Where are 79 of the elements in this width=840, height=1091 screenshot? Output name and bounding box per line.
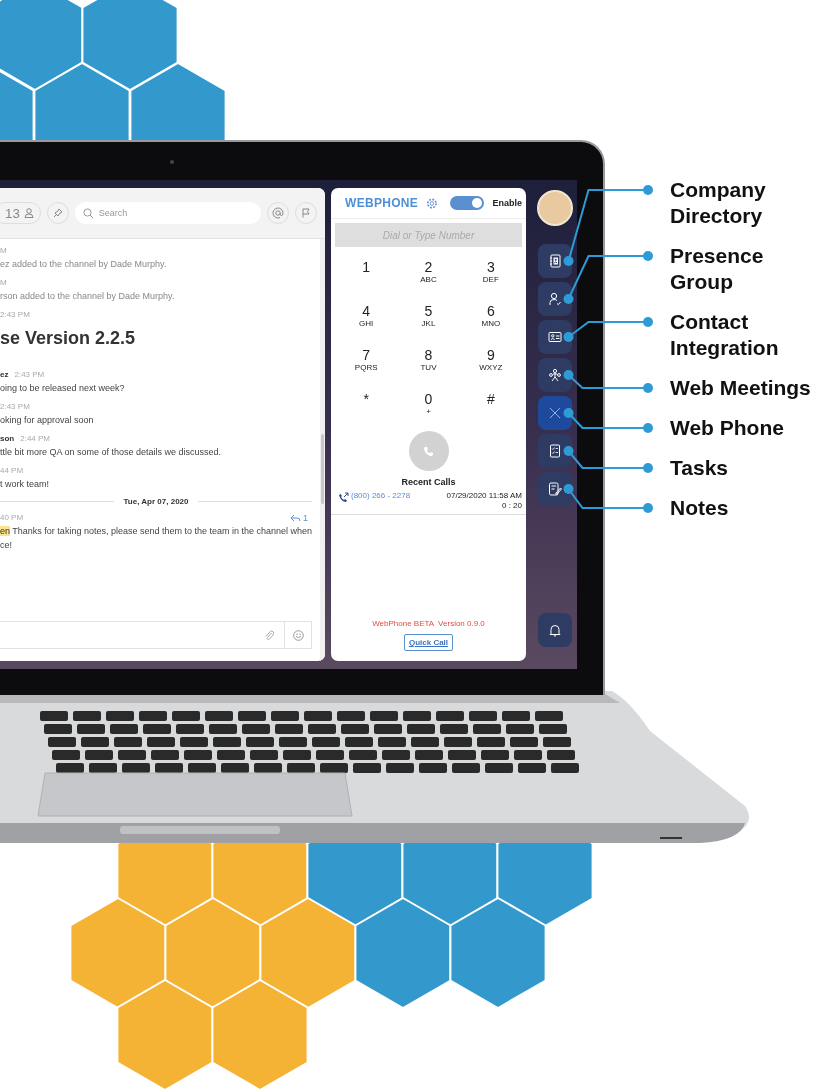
at-sign-icon bbox=[272, 207, 284, 219]
message-time: M bbox=[0, 277, 8, 289]
dialpad-key[interactable]: 3 DEF bbox=[459, 259, 522, 293]
person-check-icon bbox=[546, 291, 563, 307]
avatar[interactable] bbox=[536, 190, 573, 226]
callout-label: Contact Integration bbox=[670, 309, 780, 361]
sidebar-button[interactable] bbox=[537, 472, 572, 506]
camera-dot bbox=[170, 160, 174, 164]
smiley-icon[interactable] bbox=[292, 629, 304, 641]
reply-icon bbox=[290, 514, 302, 522]
call-number[interactable]: (800) 266 - 2278 bbox=[351, 491, 411, 511]
message-text: oing to be released next week? bbox=[0, 382, 126, 395]
callout-label: Tasks bbox=[670, 455, 729, 481]
message-time: 2:44 PM bbox=[20, 433, 51, 445]
pin-icon bbox=[52, 208, 63, 218]
people-icon bbox=[546, 367, 563, 383]
call-duration: 0 : 20 bbox=[501, 501, 522, 511]
system-message: ez added to the channel by Dade Murphy. bbox=[0, 258, 168, 271]
callout-label: Web Phone bbox=[670, 415, 785, 441]
callout-label: Company Directory bbox=[670, 177, 767, 229]
message-time: 2:43 PM bbox=[0, 401, 30, 413]
dialpad-key[interactable]: 9 WXYZ bbox=[459, 347, 522, 381]
dialpad-key[interactable]: * bbox=[335, 391, 398, 425]
message-time: 2:43 PM bbox=[0, 309, 31, 321]
message-text: ttle bit more QA on some of those details we discussed. bbox=[0, 446, 223, 459]
sender-name: son bbox=[0, 433, 15, 445]
version-text: WebPhone BETA Version 0.9.0 bbox=[371, 619, 486, 628]
settings-icon[interactable] bbox=[426, 196, 438, 210]
dialpad-key[interactable]: 7 PQRS bbox=[335, 347, 398, 381]
quick-call-button[interactable]: Quick Call bbox=[403, 634, 454, 651]
dialpad-key[interactable]: 6 MNO bbox=[459, 303, 522, 337]
sidebar-button[interactable] bbox=[537, 396, 572, 430]
dialpad-key[interactable]: 8 TUV bbox=[397, 347, 460, 381]
flag-button[interactable] bbox=[295, 202, 317, 224]
enable-toggle[interactable] bbox=[449, 196, 485, 210]
notifications-button[interactable] bbox=[537, 613, 572, 647]
sidebar-button[interactable] bbox=[537, 320, 572, 354]
message-text: oking for approval soon bbox=[0, 414, 95, 427]
dialpad-key[interactable]: 2 ABC bbox=[397, 259, 460, 293]
search-field[interactable]: Search bbox=[74, 202, 261, 224]
dialpad-key[interactable]: 0 + bbox=[397, 391, 460, 425]
note-edit-icon bbox=[546, 481, 563, 497]
recent-calls-heading: Recent Calls bbox=[400, 477, 457, 487]
sidebar-button[interactable] bbox=[537, 358, 572, 392]
message-text: en Thanks for taking notes, please send them to the team in the channel when bbox=[0, 525, 313, 538]
toggle-label: Enable bbox=[492, 198, 522, 208]
call-date: 07/29/2020 11:58 AM bbox=[446, 491, 522, 501]
dialpad-key[interactable]: # bbox=[459, 391, 522, 425]
contact-card-icon bbox=[546, 329, 563, 345]
mention-button[interactable] bbox=[267, 202, 289, 224]
person-icon bbox=[23, 208, 34, 218]
sidebar-button[interactable] bbox=[537, 244, 572, 278]
message-time: 44 PM bbox=[0, 465, 24, 477]
message-input[interactable] bbox=[0, 621, 313, 649]
phone-icon bbox=[423, 445, 434, 457]
scrollbar-thumb[interactable] bbox=[321, 434, 324, 504]
sidebar-button[interactable] bbox=[537, 434, 572, 468]
message-heading: se Version 2.2.5 bbox=[0, 327, 137, 350]
sidebar-button[interactable] bbox=[537, 282, 572, 316]
webphone-title: WEBPHONE bbox=[345, 196, 419, 210]
message-time: 40 PM bbox=[0, 512, 24, 524]
bell-icon bbox=[547, 623, 562, 637]
message-time: 2:43 PM bbox=[14, 369, 45, 381]
dialpad-key[interactable]: 4 GHI bbox=[335, 303, 398, 337]
message-text: t work team! bbox=[0, 478, 50, 491]
callout-label: Presence Group bbox=[670, 243, 765, 295]
outgoing-call-icon bbox=[337, 491, 350, 504]
pin-button[interactable] bbox=[46, 202, 69, 224]
message-text: ce! bbox=[0, 539, 13, 552]
flag-icon bbox=[301, 208, 311, 218]
dialpad-key[interactable]: 1 bbox=[335, 259, 398, 293]
sender-name: ez bbox=[0, 369, 9, 381]
callout-label: Notes bbox=[670, 495, 730, 521]
dialpad-key[interactable]: 5 JKL bbox=[397, 303, 460, 337]
date-divider: Tue, Apr 07, 2020 bbox=[123, 497, 189, 506]
message-time: M bbox=[0, 245, 8, 257]
callout-label: Web Meetings bbox=[670, 375, 811, 401]
paperclip-icon[interactable] bbox=[264, 629, 275, 641]
system-message: rson added to the channel by Dade Murphy. bbox=[0, 290, 176, 303]
